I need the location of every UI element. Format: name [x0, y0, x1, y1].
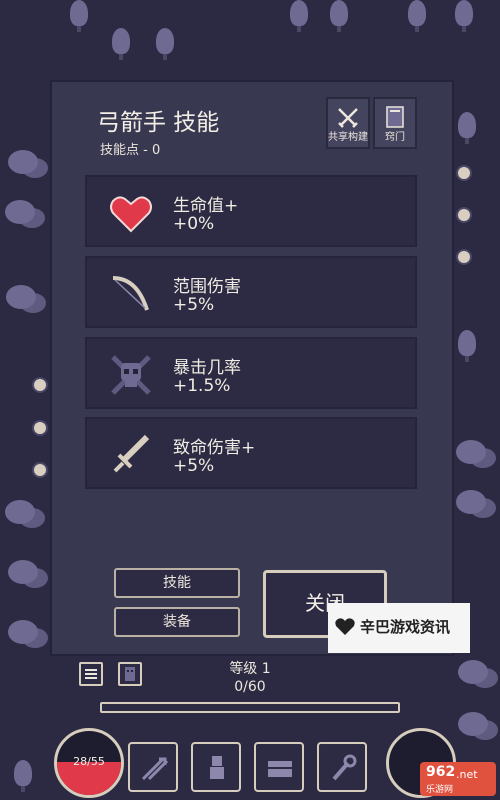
- skill-value: +1.5%: [173, 376, 231, 396]
- skill-card-area-damage[interactable]: 范围伤害 +5%: [85, 256, 417, 328]
- skill-points: 技能点 - 0: [100, 143, 161, 158]
- bush: [458, 712, 488, 736]
- bush: [5, 500, 35, 524]
- share-build-label: 共享构建: [328, 132, 368, 143]
- panel-title: 弓箭手 技能: [97, 110, 220, 136]
- bush: [456, 440, 486, 464]
- ability-slot-2[interactable]: [191, 742, 241, 792]
- skull-crossbones-icon: [111, 355, 151, 395]
- character-icon[interactable]: [118, 662, 142, 686]
- tree: [112, 28, 130, 60]
- bow-icon: [112, 276, 149, 311]
- coin-icon: [456, 207, 472, 223]
- skill-name: 生命值+: [173, 196, 239, 216]
- skill-name: 范围伤害: [173, 277, 241, 297]
- equipment-tab-button[interactable]: 装备: [114, 607, 240, 637]
- arrows-icon: [141, 757, 169, 781]
- skills-panel: 弓箭手 技能 技能点 - 0 共享构建 窍门 生命值+ +0% 范围伤害 +5%: [50, 80, 454, 656]
- skills-tab-button[interactable]: 技能: [114, 568, 240, 598]
- watermark-logo-badge: 962 .net 乐游网: [420, 762, 496, 796]
- figure-icon: [210, 756, 224, 779]
- coin-icon: [32, 377, 48, 393]
- watermark-text: 辛巴游戏资讯: [360, 618, 451, 636]
- watermark-logo-icon: [335, 618, 355, 635]
- bush: [8, 150, 38, 174]
- tips-label: 窍门: [385, 132, 405, 143]
- bush: [456, 490, 486, 514]
- health-text: 28/55: [73, 755, 105, 768]
- heart-icon: [110, 196, 152, 233]
- xp-bar: [100, 702, 400, 713]
- level-label: 等级 1: [229, 661, 271, 677]
- tree: [458, 330, 476, 362]
- coin-icon: [456, 165, 472, 181]
- share-build-button[interactable]: 共享构建: [326, 97, 370, 149]
- tips-button[interactable]: 窍门: [373, 97, 417, 149]
- skill-card-crit-damage[interactable]: 致命伤害+ +5%: [85, 417, 417, 489]
- wrench-icon: [332, 754, 357, 781]
- coin-icon: [32, 462, 48, 478]
- watermark-logo-net: .net: [456, 768, 478, 781]
- tree: [455, 0, 473, 32]
- sword-icon: [113, 434, 150, 473]
- watermark-logo-sub: 乐游网: [426, 785, 454, 795]
- bush: [8, 620, 38, 644]
- tree: [408, 0, 426, 32]
- bush: [8, 560, 38, 584]
- skill-card-health[interactable]: 生命值+ +0%: [85, 175, 417, 247]
- skill-value: +5%: [173, 295, 215, 315]
- health-orb: 28/55: [54, 728, 124, 798]
- skill-name: 暴击几率: [173, 358, 241, 378]
- chest-icon: [268, 761, 292, 777]
- level-display: 等级 1 0/60: [200, 660, 300, 696]
- bush: [6, 285, 36, 309]
- tree: [70, 0, 88, 32]
- coin-icon: [456, 249, 472, 265]
- tree: [156, 28, 174, 60]
- coin-icon: [32, 420, 48, 436]
- list-icon: [85, 669, 97, 679]
- tree: [290, 0, 308, 32]
- bush: [458, 660, 488, 684]
- xp-label: 0/60: [234, 679, 266, 695]
- watermark-banner: 辛巴游戏资讯: [328, 603, 470, 653]
- tree: [458, 112, 476, 144]
- menu-icon[interactable]: [79, 662, 103, 686]
- skill-value: +5%: [173, 456, 215, 476]
- bush: [5, 200, 35, 224]
- portrait-icon: [125, 667, 135, 681]
- tree: [14, 760, 32, 792]
- ability-slot-4[interactable]: [317, 742, 367, 792]
- tree: [330, 0, 348, 32]
- skill-card-crit-chance[interactable]: 暴击几率 +1.5%: [85, 337, 417, 409]
- ability-slot-1[interactable]: [128, 742, 178, 792]
- watermark-logo-number: 962: [426, 764, 456, 780]
- skill-name: 致命伤害+: [173, 438, 256, 458]
- skill-value: +0%: [173, 214, 215, 234]
- ability-slot-3[interactable]: [254, 742, 304, 792]
